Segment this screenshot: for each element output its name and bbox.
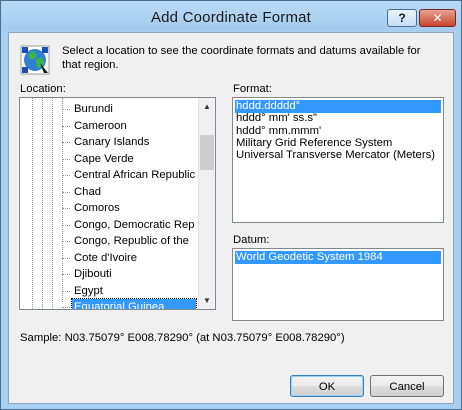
location-item[interactable]: Central African Republic xyxy=(72,167,196,183)
tree-connector xyxy=(62,208,70,209)
scroll-up-arrow-icon[interactable]: ▲ xyxy=(199,98,215,115)
format-label: Format: xyxy=(233,83,272,95)
location-item[interactable]: Cote d'Ivoire xyxy=(72,250,196,266)
cancel-button[interactable]: Cancel xyxy=(370,375,444,397)
tree-connector xyxy=(62,175,70,176)
location-item[interactable]: Cape Verde xyxy=(72,151,196,167)
location-scrollbar[interactable]: ▲ ▼ xyxy=(198,98,215,309)
scroll-down-arrow-icon[interactable]: ▼ xyxy=(199,292,215,309)
tree-connector xyxy=(62,307,70,308)
help-button[interactable]: ? xyxy=(387,9,417,27)
datum-list[interactable]: World Geodetic System 1984 xyxy=(232,248,444,321)
location-item[interactable]: Egypt xyxy=(72,283,196,299)
tree-connector xyxy=(62,125,70,127)
tree-line xyxy=(42,98,43,309)
location-item[interactable]: Burundi xyxy=(72,101,196,117)
location-tree[interactable]: Burundi Cameroon Canary Islands Cape Verde C… xyxy=(19,97,216,310)
tree-connector xyxy=(62,290,70,292)
format-list[interactable]: hddd.ddddd° hddd° mm' ss.s" hddd° mm.mmm' M… xyxy=(232,97,444,223)
tree-connector xyxy=(62,191,70,193)
tree-line xyxy=(52,98,53,309)
format-option[interactable]: hddd° mm.mmm' xyxy=(235,125,321,138)
intro-text: Select a location to see the coordinate … xyxy=(62,45,421,71)
tree-connector xyxy=(62,241,70,242)
ok-button[interactable]: OK xyxy=(290,375,364,397)
location-item[interactable]: Congo, Republic of the xyxy=(72,233,196,249)
format-option[interactable]: Military Grid Reference System xyxy=(235,137,392,150)
sample-text: Sample: N03.75079° E008.78290° (at N03.7… xyxy=(20,332,345,344)
datum-label: Datum: xyxy=(233,234,270,246)
location-item[interactable]: Comoros xyxy=(72,200,196,216)
format-option[interactable]: Universal Transverse Mercator (Meters) xyxy=(235,149,435,162)
datum-option[interactable]: World Geodetic System 1984 xyxy=(235,251,441,264)
location-item[interactable]: Djibouti xyxy=(72,266,196,282)
tree-connector xyxy=(62,109,70,110)
location-label: Location: xyxy=(20,83,66,95)
location-item[interactable]: Congo, Democratic Rep xyxy=(72,217,196,233)
globe-icon xyxy=(20,45,50,75)
scrollbar-thumb[interactable] xyxy=(200,135,214,170)
dialog-window: Add Coordinate Format ? ✕ Select a locat… xyxy=(0,0,462,410)
tree-line xyxy=(62,98,63,302)
location-item[interactable]: Cameroon xyxy=(72,118,196,134)
tree-connector xyxy=(62,274,70,275)
tree-line xyxy=(32,98,33,309)
location-item[interactable]: Canary Islands xyxy=(72,134,196,150)
tree-connector xyxy=(62,158,70,160)
format-option[interactable]: hddd.ddddd° xyxy=(235,100,441,113)
tree-connector xyxy=(62,142,70,143)
format-option[interactable]: hddd° mm' ss.s" xyxy=(235,112,317,125)
close-button[interactable]: ✕ xyxy=(419,9,456,27)
location-item[interactable]: Equatorial Guinea xyxy=(71,298,197,309)
location-item[interactable]: Chad xyxy=(72,184,196,200)
tree-connector xyxy=(62,257,70,259)
title-bar[interactable]: Add Coordinate Format ? ✕ xyxy=(1,1,461,31)
tree-connector xyxy=(62,224,70,226)
dialog-body: Select a location to see the coordinate … xyxy=(8,32,454,404)
